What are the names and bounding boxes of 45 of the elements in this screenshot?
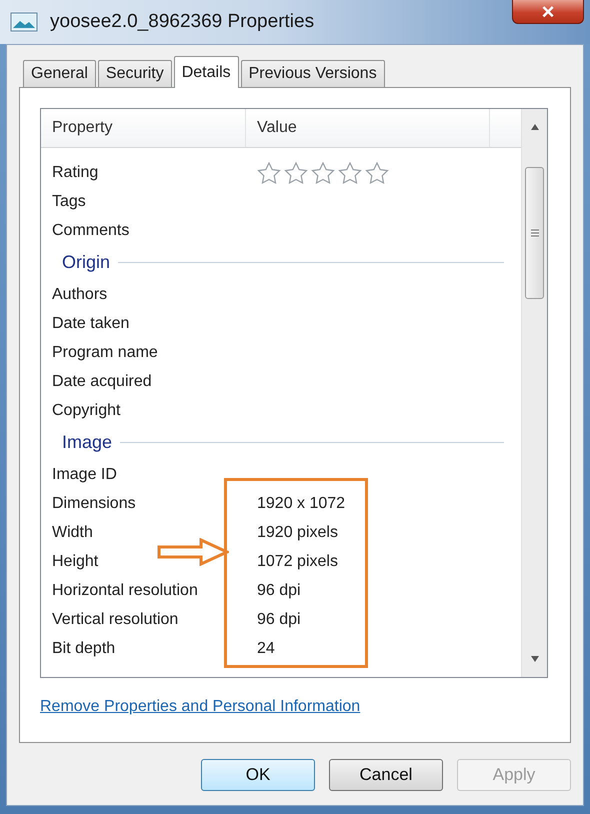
property-value: 1920 x 1072: [256, 494, 346, 512]
property-name: Image ID: [51, 466, 118, 484]
property-name: Tags: [51, 192, 87, 210]
property-name: Rating: [51, 164, 100, 182]
star-icon: [338, 162, 362, 184]
star-icon: [284, 162, 308, 184]
property-name: Vertical resolution: [51, 610, 180, 628]
property-name: Date taken: [51, 314, 130, 332]
column-header[interactable]: Property: [41, 109, 246, 147]
dialog-button[interactable]: Cancel: [329, 759, 443, 791]
star-icon: [365, 162, 389, 184]
scroll-down-icon[interactable]: [530, 655, 540, 663]
property-value: 96 dpi: [256, 610, 301, 628]
column-header[interactable]: Value: [246, 109, 490, 147]
tab[interactable]: Details: [174, 56, 239, 88]
dialog-button[interactable]: OK: [201, 759, 315, 791]
group-heading: Image: [62, 432, 112, 453]
property-value: 1920 pixels: [256, 524, 338, 542]
property-value: 1072 pixels: [256, 552, 338, 570]
tab[interactable]: Security: [98, 60, 172, 88]
property-name: Authors: [51, 286, 108, 304]
property-name: Comments: [51, 222, 130, 240]
scrollbar[interactable]: [521, 109, 547, 677]
property-name: Horizontal resolution: [51, 582, 199, 600]
property-name: Program name: [51, 344, 159, 362]
star-icon: [257, 162, 281, 184]
group-heading: Origin: [62, 252, 110, 273]
property-value: 24: [256, 640, 275, 658]
remove-properties-link[interactable]: Remove Properties and Personal Information: [40, 698, 360, 716]
property-name: Copyright: [51, 402, 122, 420]
property-name: Width: [51, 524, 94, 542]
tab[interactable]: Previous Versions: [240, 60, 385, 88]
scroll-thumb[interactable]: [525, 167, 544, 299]
window-title: yoosee2.0_8962369 Properties: [50, 11, 314, 33]
property-name: Date acquired: [51, 372, 153, 390]
property-value: 96 dpi: [256, 582, 301, 600]
close-button[interactable]: ×: [512, 0, 584, 24]
star-icon: [311, 162, 335, 184]
arrow-icon: [157, 538, 229, 566]
scroll-up-icon[interactable]: [530, 123, 540, 131]
property-name: Height: [51, 552, 100, 570]
property-name: Bit depth: [51, 640, 116, 658]
image-file-icon: [10, 12, 38, 32]
property-name: Dimensions: [51, 494, 137, 512]
tab[interactable]: General: [23, 60, 96, 88]
